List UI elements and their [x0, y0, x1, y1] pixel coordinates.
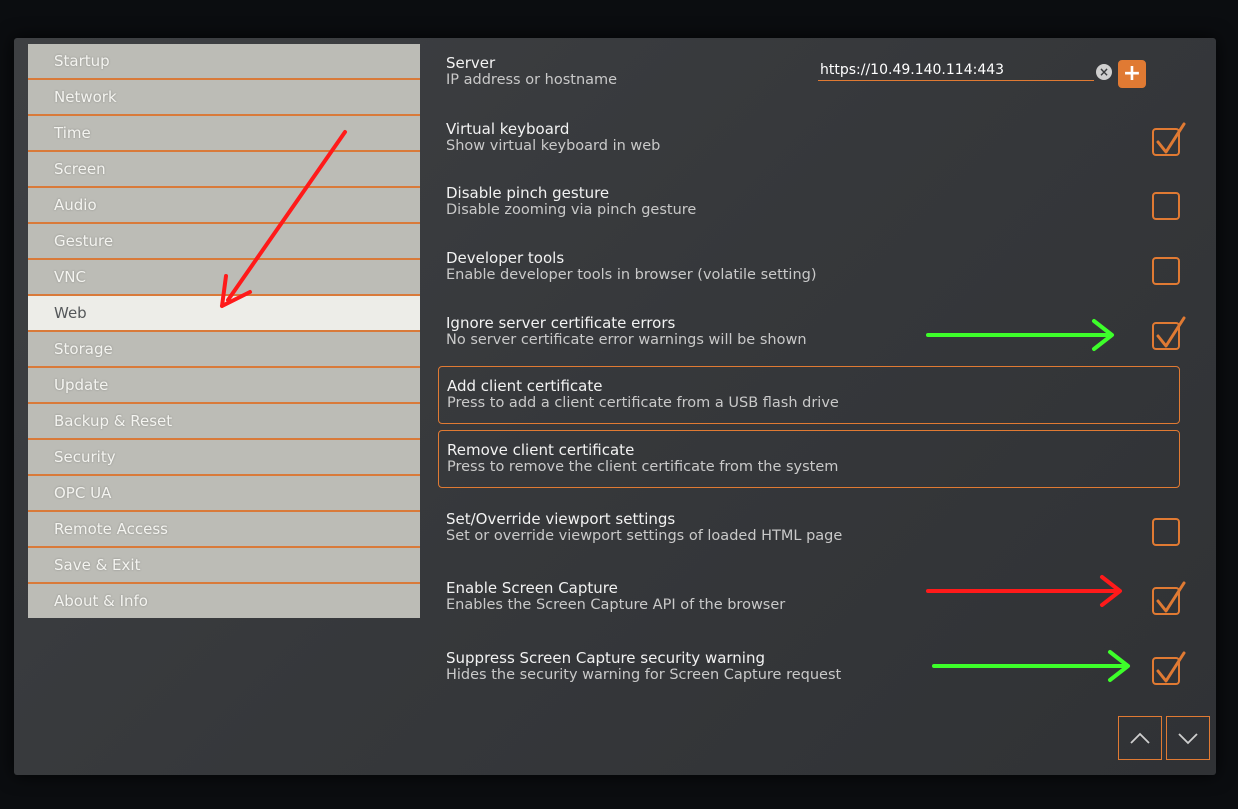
setting-desc: Enable developer tools in browser (volat… [446, 267, 817, 283]
virtual-keyboard-checkbox[interactable] [1152, 122, 1186, 156]
sidebar-item-time[interactable]: Time [28, 116, 420, 152]
server-title: Server [446, 54, 496, 72]
sidebar-item-save-exit[interactable]: Save & Exit [28, 548, 420, 584]
setting-title: Virtual keyboard [446, 120, 570, 138]
scroll-up-button[interactable] [1118, 716, 1162, 760]
checkmark-icon [1156, 122, 1186, 154]
add-client-certificate-button[interactable]: Add client certificate Press to add a cl… [438, 366, 1180, 424]
setting-desc: Set or override viewport settings of loa… [446, 528, 843, 544]
setting-suppress-capture-warning: Suppress Screen Capture security warning… [446, 649, 1186, 699]
sidebar-item-network[interactable]: Network [28, 80, 420, 116]
sidebar-item-opc-ua[interactable]: OPC UA [28, 476, 420, 512]
scroll-down-button[interactable] [1166, 716, 1210, 760]
suppress-warning-checkbox[interactable] [1152, 651, 1186, 685]
button-desc: Press to add a client certificate from a… [447, 395, 839, 411]
checkmark-icon [1156, 581, 1186, 613]
checkmark-icon [1156, 651, 1186, 683]
setting-virtual-keyboard: Virtual keyboard Show virtual keyboard i… [446, 120, 1186, 170]
settings-sidebar: Startup Network Time Screen Audio Gestur… [28, 44, 420, 618]
server-url-input[interactable] [818, 60, 1094, 81]
remove-client-certificate-button[interactable]: Remove client certificate Press to remov… [438, 430, 1180, 488]
developer-tools-checkbox[interactable] [1152, 257, 1180, 285]
setting-desc: Enables the Screen Capture API of the br… [446, 597, 786, 613]
setting-viewport: Set/Override viewport settings Set or ov… [446, 510, 1186, 560]
setting-title: Set/Override viewport settings [446, 510, 676, 528]
sidebar-item-remote-access[interactable]: Remote Access [28, 512, 420, 548]
sidebar-item-update[interactable]: Update [28, 368, 420, 404]
add-server-button[interactable]: + [1118, 60, 1146, 88]
viewport-checkbox[interactable] [1152, 518, 1180, 546]
setting-title: Enable Screen Capture [446, 579, 618, 597]
setting-enable-screen-capture: Enable Screen Capture Enables the Screen… [446, 579, 1186, 629]
sidebar-item-backup-reset[interactable]: Backup & Reset [28, 404, 420, 440]
setting-title: Disable pinch gesture [446, 184, 610, 202]
plus-icon: + [1122, 61, 1142, 86]
setting-ignore-cert-errors: Ignore server certificate errors No serv… [446, 314, 1186, 364]
web-settings-panel: Server IP address or hostname × + Virtua… [434, 38, 1210, 775]
ignore-cert-errors-checkbox[interactable] [1152, 316, 1186, 350]
disable-pinch-checkbox[interactable] [1152, 192, 1180, 220]
setting-disable-pinch: Disable pinch gesture Disable zooming vi… [446, 184, 1186, 234]
sidebar-item-security[interactable]: Security [28, 440, 420, 476]
kiosk-screen: Startup Network Time Screen Audio Gestur… [14, 38, 1216, 775]
setting-title: Ignore server certificate errors [446, 314, 676, 332]
sidebar-item-audio[interactable]: Audio [28, 188, 420, 224]
chevron-up-icon [1130, 732, 1150, 744]
button-title: Remove client certificate [447, 441, 635, 459]
setting-desc: Hides the security warning for Screen Ca… [446, 667, 842, 683]
setting-title: Suppress Screen Capture security warning [446, 649, 766, 667]
sidebar-item-startup[interactable]: Startup [28, 44, 420, 80]
checkmark-icon [1156, 316, 1186, 348]
button-title: Add client certificate [447, 377, 603, 395]
sidebar-item-web[interactable]: Web [28, 296, 420, 332]
setting-developer-tools: Developer tools Enable developer tools i… [446, 249, 1186, 299]
clear-icon[interactable]: × [1096, 64, 1112, 80]
chevron-down-icon [1178, 733, 1198, 745]
setting-title: Developer tools [446, 249, 565, 267]
enable-screen-capture-checkbox[interactable] [1152, 581, 1186, 615]
setting-desc: No server certificate error warnings wil… [446, 332, 807, 348]
setting-desc: Disable zooming via pinch gesture [446, 202, 697, 218]
sidebar-item-storage[interactable]: Storage [28, 332, 420, 368]
sidebar-item-gesture[interactable]: Gesture [28, 224, 420, 260]
sidebar-item-vnc[interactable]: VNC [28, 260, 420, 296]
server-desc: IP address or hostname [446, 72, 618, 88]
sidebar-item-screen[interactable]: Screen [28, 152, 420, 188]
button-desc: Press to remove the client certificate f… [447, 459, 839, 475]
sidebar-item-about-info[interactable]: About & Info [28, 584, 420, 618]
setting-desc: Show virtual keyboard in web [446, 138, 661, 154]
